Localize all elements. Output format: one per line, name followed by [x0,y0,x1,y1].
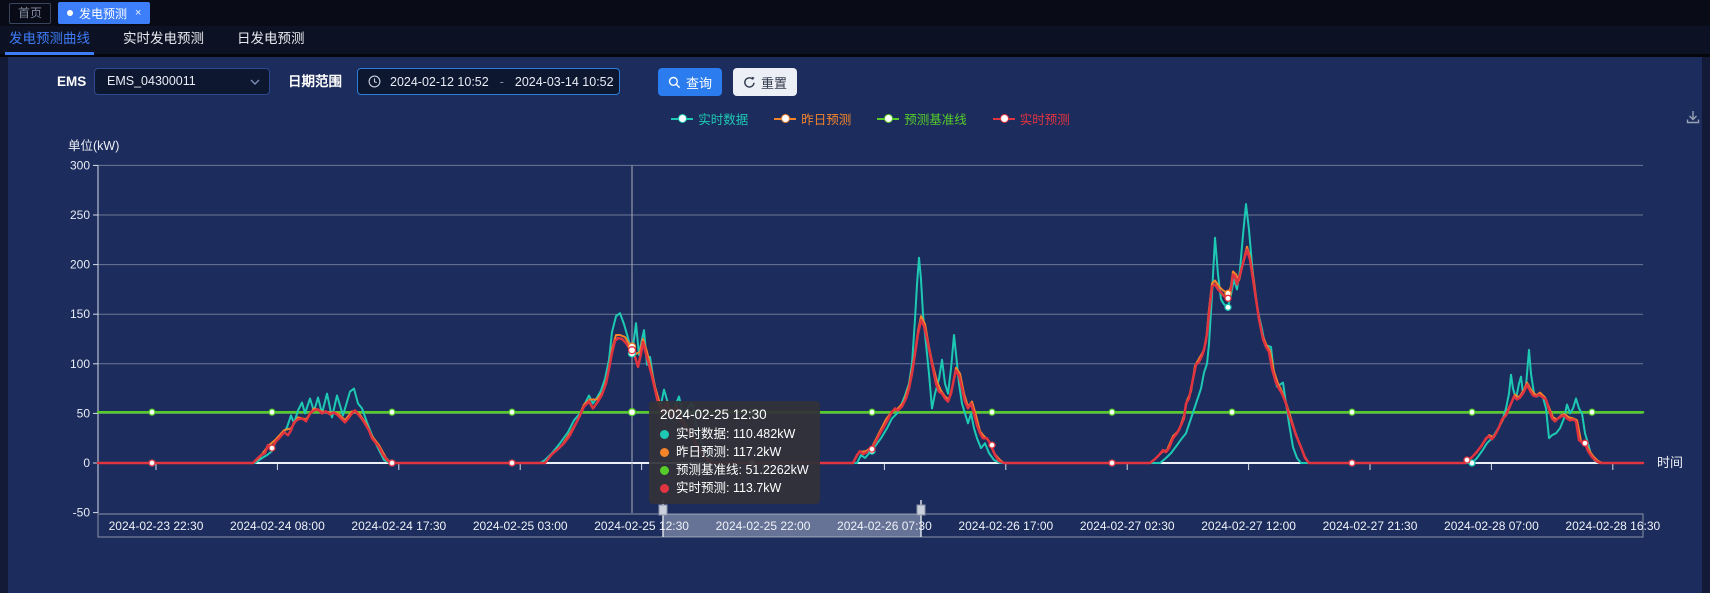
data-point-marker [869,409,875,415]
hover-point [629,347,636,354]
data-point-marker [1349,409,1355,415]
data-point-marker [1464,457,1470,463]
data-point-marker [269,409,275,415]
x-tick-label: 2024-02-26 07:30 [837,519,932,533]
data-point-marker [1589,409,1595,415]
app-window: 首页 发电预测 × 发电预测曲线 实时发电预测 日发电预测 EMS EMS_04… [0,0,1710,593]
y-axis-name: 单位(kW) [68,138,119,153]
forecast-chart: 300 250 200 150 100 50 0 -50 2024-02-23 22:30 202… [0,0,1710,593]
x-axis-name: 时间 [1657,455,1683,470]
datazoom-handle[interactable] [917,505,925,515]
data-point-marker [149,460,155,466]
hover-point [629,409,636,416]
x-tick-label: 2024-02-27 12:00 [1201,519,1296,533]
series-dot-icon [660,448,669,457]
tooltip-title: 2024-02-25 12:30 [660,407,809,422]
x-tick-label: 2024-02-25 12:30 [594,519,689,533]
x-tick-label: 2024-02-27 02:30 [1080,519,1175,533]
y-tick-label: 50 [77,406,91,420]
data-point-marker [1225,304,1231,310]
datazoom-handle[interactable] [659,505,667,515]
x-tick-label: 2024-02-25 22:00 [716,519,811,533]
x-tick-label: 2024-02-27 21:30 [1323,519,1418,533]
x-tick-label: 2024-02-24 08:00 [230,519,325,533]
data-point-marker [389,409,395,415]
y-tick-label: 150 [70,307,90,321]
y-tick-label: 250 [70,208,90,222]
data-point-marker [1349,460,1355,466]
x-tick-label: 2024-02-28 16:30 [1565,519,1660,533]
data-point-marker [1469,409,1475,415]
y-tick-label: 200 [70,258,90,272]
y-tick-label: 100 [70,357,90,371]
series-dot-icon [660,484,669,493]
data-point-marker [989,409,995,415]
data-point-marker [1109,409,1115,415]
series-dot-icon [660,466,669,475]
data-point-marker [1582,440,1588,446]
y-tick-label: 0 [83,456,90,470]
x-tick-label: 2024-02-24 17:30 [351,519,446,533]
data-point-marker [269,445,275,451]
x-tick-label: 2024-02-23 22:30 [109,519,204,533]
data-point-marker [869,446,875,452]
y-tick-label: 300 [70,158,90,172]
data-point-marker [509,409,515,415]
data-point-marker [389,460,395,466]
x-tick-label: 2024-02-28 07:00 [1444,519,1539,533]
series-dot-icon [660,430,669,439]
tooltip-row: 实时数据: 110.482kW [660,425,809,443]
data-point-marker [1225,295,1231,301]
y-tick-label: -50 [73,506,91,520]
data-point-marker [989,442,995,448]
x-tick-label: 2024-02-25 03:00 [473,519,568,533]
tooltip-row: 昨日预测: 117.2kW [660,443,809,461]
chart-tooltip: 2024-02-25 12:30 实时数据: 110.482kW昨日预测: 11… [649,401,820,504]
data-point-marker [509,460,515,466]
data-point-marker [1109,460,1115,466]
plot-area[interactable] [98,165,1643,513]
data-point-marker [1229,409,1235,415]
x-tick-label: 2024-02-26 17:00 [958,519,1053,533]
tooltip-row: 预测基准线: 51.2262kW [660,461,809,479]
tooltip-row: 实时预测: 113.7kW [660,479,809,497]
data-point-marker [149,409,155,415]
